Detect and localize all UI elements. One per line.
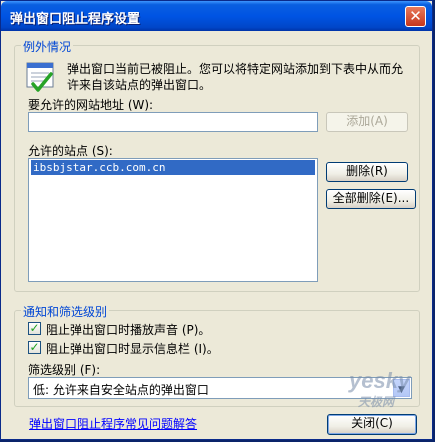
filter-level-value: 低: 允许来自安全站点的弹出窗口 [33, 383, 209, 397]
allowed-sites-list[interactable]: ibsbjstar.ccb.com.cn [28, 158, 318, 282]
exceptions-legend: 例外情况 [21, 38, 74, 55]
sites-label: 允许的站点 (S): [28, 144, 113, 158]
popup-blocker-icon [26, 62, 54, 92]
add-button[interactable]: 添加(A) [326, 112, 408, 132]
play-sound-checkbox[interactable]: ✓ [28, 322, 41, 335]
exceptions-description-line2: 许来自该站点的弹出窗口。 [67, 78, 212, 92]
address-input[interactable] [28, 112, 318, 132]
close-icon: ✕ [409, 7, 422, 25]
show-infobar-checkbox[interactable]: ✓ [28, 341, 41, 354]
close-window-button[interactable]: ✕ [405, 6, 426, 27]
check-icon: ✓ [29, 340, 40, 354]
notification-legend: 通知和筛选级别 [21, 303, 110, 320]
window-title: 弹出窗口阻止程序设置 [10, 12, 141, 27]
filter-level-label: 筛选级别 (F): [28, 363, 101, 377]
exceptions-group: 例外情况 弹出窗口当前已被阻止。您可以将特定网站添加到下表中从而允 许来自该站点… [14, 38, 420, 292]
watermark-subtext: 天极网 [358, 395, 395, 409]
popup-blocker-settings-window: 弹出窗口阻止程序设置 ✕ 例外情况 弹出窗口当前已被阻止。您可以将特定网站添加到… [0, 0, 433, 440]
check-icon: ✓ [29, 321, 40, 335]
exceptions-description-line1: 弹出窗口当前已被阻止。您可以将特定网站添加到下表中从而允 [67, 62, 404, 76]
show-infobar-label[interactable]: 阻止弹出窗口时显示信息栏 (I)。 [46, 340, 219, 357]
watermark-logo: yesky [349, 368, 411, 393]
remove-button[interactable]: 删除(R) [326, 162, 408, 182]
address-label: 要允许的网站地址 (W): [28, 98, 154, 112]
play-sound-label[interactable]: 阻止弹出窗口时播放声音 (P)。 [46, 321, 210, 338]
list-item[interactable]: ibsbjstar.ccb.com.cn [31, 160, 315, 175]
remove-all-button[interactable]: 全部删除(E)... [326, 189, 416, 209]
title-bar[interactable]: 弹出窗口阻止程序设置 ✕ [1, 1, 432, 31]
faq-link[interactable]: 弹出窗口阻止程序常见问题解答 [29, 415, 197, 432]
close-button[interactable]: 关闭(C) [327, 414, 417, 435]
